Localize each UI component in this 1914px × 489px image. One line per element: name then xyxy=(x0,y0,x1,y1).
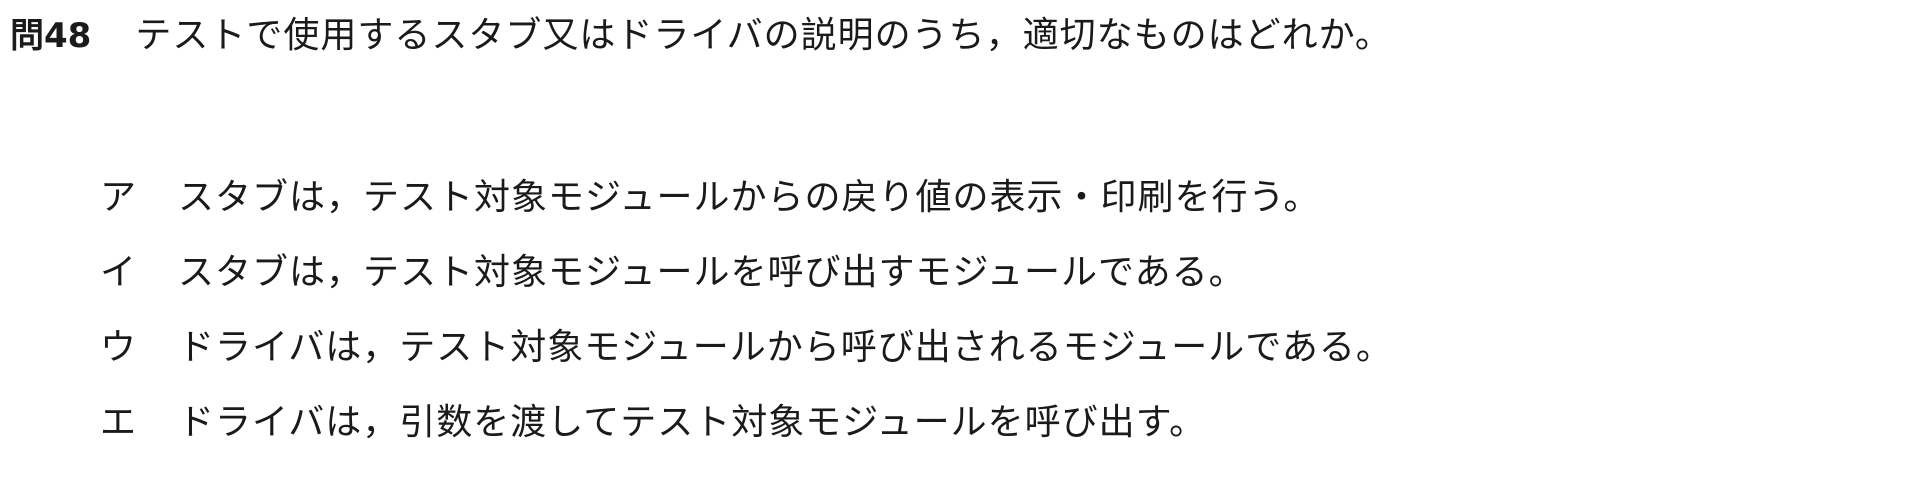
option-label: ウ xyxy=(100,327,137,368)
exam-page: 問48 テストで使用するスタブ又はドライバの説明のうち，適切なものはどれか。 ア… xyxy=(0,0,1914,489)
option-text: スタブは，テスト対象モジュールからの戻り値の表示・印刷を行う。 xyxy=(178,177,1321,218)
question-header: 問48 テストで使用するスタブ又はドライバの説明のうち，適切なものはどれか。 xyxy=(10,6,1392,58)
option-text: ドライバは，引数を渡してテスト対象モジュールを呼び出す。 xyxy=(178,402,1207,443)
option-u[interactable]: ウ ドライバは，テスト対象モジュールから呼び出されるモジュールである。 xyxy=(100,318,1393,393)
option-a[interactable]: ア スタブは，テスト対象モジュールからの戻り値の表示・印刷を行う。 xyxy=(100,168,1393,243)
answer-options: ア スタブは，テスト対象モジュールからの戻り値の表示・印刷を行う。 イ スタブは… xyxy=(100,168,1393,468)
option-label: エ xyxy=(100,402,137,443)
option-e[interactable]: エ ドライバは，引数を渡してテスト対象モジュールを呼び出す。 xyxy=(100,393,1393,468)
option-i[interactable]: イ スタブは，テスト対象モジュールを呼び出すモジュールである。 xyxy=(100,243,1393,318)
option-label: イ xyxy=(100,252,137,293)
question-text: テストで使用するスタブ又はドライバの説明のうち，適切なものはどれか。 xyxy=(135,15,1392,56)
option-text: ドライバは，テスト対象モジュールから呼び出されるモジュールである。 xyxy=(178,327,1393,368)
question-number: 問48 xyxy=(10,16,92,56)
option-text: スタブは，テスト対象モジュールを呼び出すモジュールである。 xyxy=(178,252,1246,293)
option-label: ア xyxy=(100,177,137,218)
